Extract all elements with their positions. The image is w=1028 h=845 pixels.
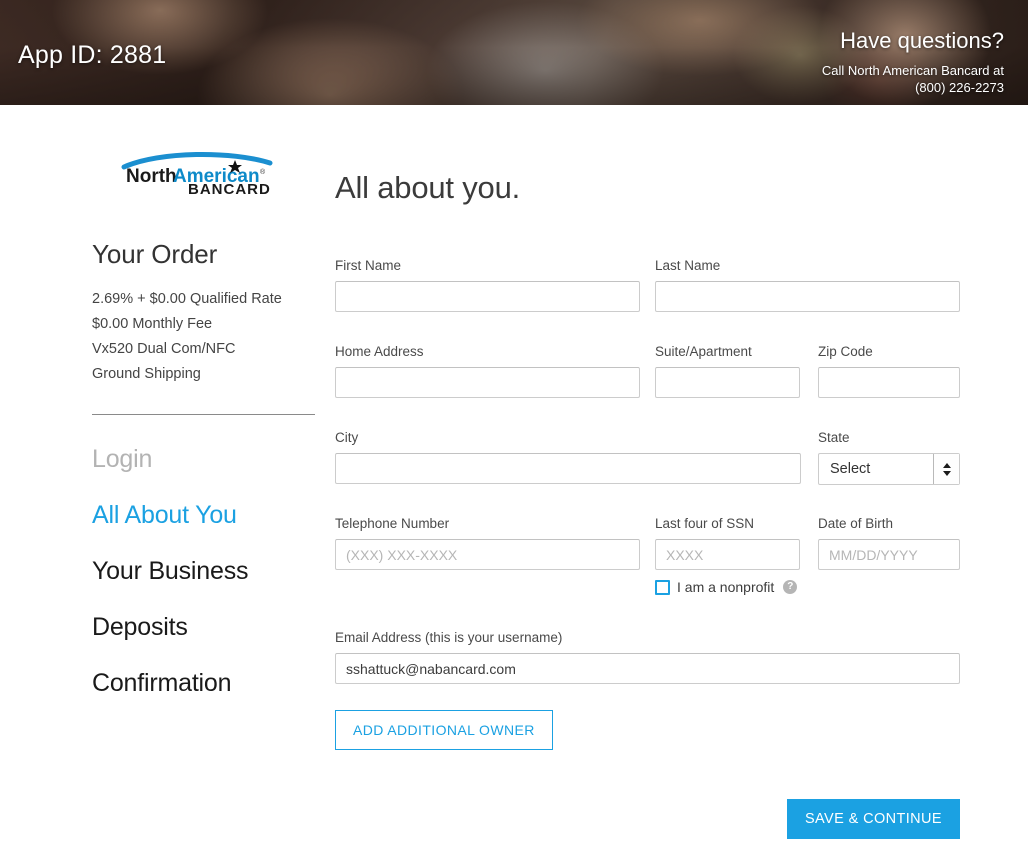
name-row: First Name Last Name [335,258,960,316]
chevron-updown-icon[interactable] [933,454,959,484]
first-name-label: First Name [335,258,402,273]
zip-code-input[interactable] [818,367,960,398]
telephone-field: Telephone Number [335,516,640,570]
state-select-value: Select [830,461,871,477]
order-title: Your Order [92,239,218,269]
nav-item-all-about-you[interactable]: All About You [92,500,324,531]
nonprofit-row: I am a nonprofit ? [655,579,798,595]
dob-input[interactable] [818,539,960,570]
svg-text:North: North [126,166,177,187]
zip-code-label: Zip Code [818,344,873,359]
city-input[interactable] [335,453,801,484]
city-field: City [335,430,801,484]
ssn-input[interactable] [655,539,800,570]
email-label: Email Address (this is your username) [335,630,563,645]
ssn-label: Last four of SSN [655,516,755,531]
suite-label: Suite/Apartment [655,344,752,359]
last-name-label: Last Name [655,258,721,273]
nav-item-your-business[interactable]: Your Business [92,556,324,587]
nav-item-login[interactable]: Login [92,444,324,475]
zip-field: Zip Code [818,344,960,398]
telephone-input[interactable] [335,539,640,570]
call-line-1: Call North American Bancard at [821,63,1004,78]
email-input[interactable] [335,653,960,684]
sidebar: North American ® BANCARD Your Order 2.69… [92,105,324,724]
page-body: North American ® BANCARD Your Order 2.69… [0,105,1028,845]
add-owner-row: ADD ADDITIONAL OWNER [335,710,960,750]
svg-text:®: ® [260,168,266,176]
hero-contact-block: Have questions? Call North American Banc… [822,27,1004,96]
email-row: Email Address (this is your username) [335,630,960,688]
call-phone-number: (800) 226-2273 [915,80,1004,95]
all-about-you-form: All about you. First Name Last Name Home… [335,105,960,750]
help-icon[interactable]: ? [783,580,798,594]
nav-item-deposits[interactable]: Deposits [92,612,324,643]
phone-ssn-dob-row: Telephone Number Last four of SSN Date o… [335,516,960,616]
order-line-item: Ground Shipping [92,366,201,382]
nonprofit-label: I am a nonprofit [677,579,775,595]
telephone-label: Telephone Number [335,516,450,531]
first-name-input[interactable] [335,281,640,312]
have-questions-heading: Have questions? [840,28,1004,53]
last-name-input[interactable] [655,281,960,312]
order-line-item: 2.69% + $0.00 Qualified Rate [92,291,282,307]
home-address-field: Home Address [335,344,640,398]
suite-input[interactable] [655,367,800,398]
city-state-row: City State Select [335,430,960,490]
nav-item-confirmation[interactable]: Confirmation [92,668,324,699]
order-line-item: Vx520 Dual Com/NFC [92,341,236,357]
save-and-continue-button[interactable]: SAVE & CONTINUE [786,799,960,839]
order-summary-list: 2.69% + $0.00 Qualified Rate $0.00 Month… [92,287,324,387]
home-address-label: Home Address [335,344,424,359]
last-name-field: Last Name [655,258,960,312]
svg-text:BANCARD: BANCARD [188,181,271,195]
email-field: Email Address (this is your username) [335,630,960,684]
hero-banner: App ID: 2881 Have questions? Call North … [0,0,1028,105]
first-name-field: First Name [335,258,640,312]
progress-nav: Login All About You Your Business Deposi… [92,444,324,699]
sidebar-divider [92,414,315,415]
add-additional-owner-button[interactable]: ADD ADDITIONAL OWNER [335,710,553,750]
order-line-item: $0.00 Monthly Fee [92,316,213,332]
address-row: Home Address Suite/Apartment Zip Code [335,344,960,402]
state-field: State Select [818,430,960,485]
state-label: State [818,430,850,445]
dob-label: Date of Birth [818,516,894,531]
ssn-field: Last four of SSN [655,516,800,570]
north-american-bancard-logo: North American ® BANCARD [120,149,280,195]
page-title: All about you. [335,170,521,205]
home-address-input[interactable] [335,367,640,398]
app-id-label: App ID: 2881 [18,41,167,69]
dob-field: Date of Birth [818,516,960,570]
suite-field: Suite/Apartment [655,344,800,398]
state-select[interactable]: Select [818,453,960,485]
city-label: City [335,430,359,445]
nonprofit-checkbox[interactable] [655,579,670,595]
